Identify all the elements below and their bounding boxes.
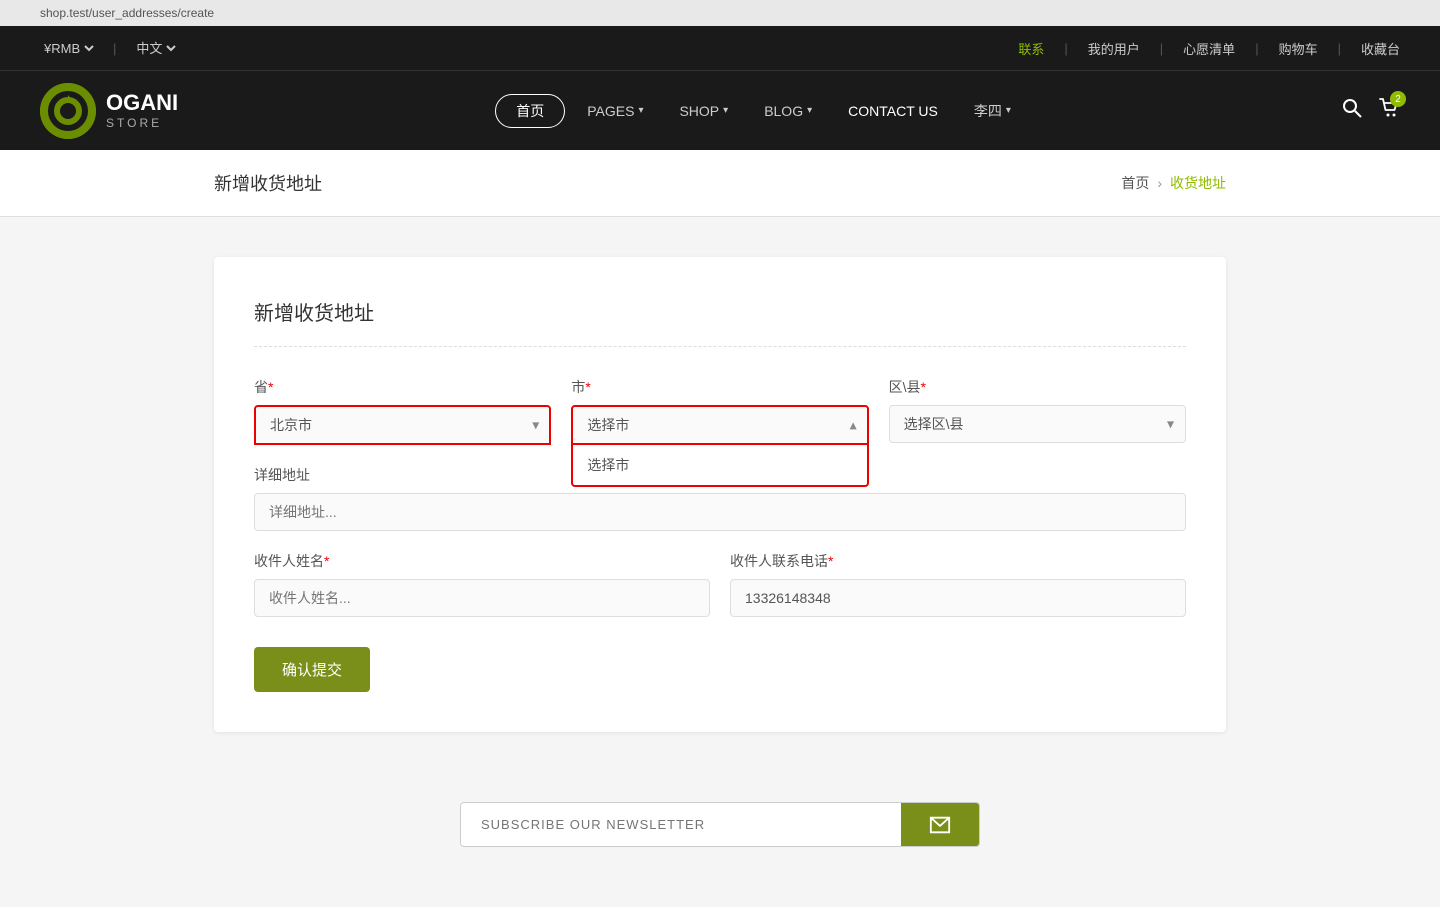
url-text: shop.test/user_addresses/create [40,6,214,20]
city-select[interactable]: 选择市 [571,405,868,445]
logo[interactable]: OGANI STORE [40,83,178,139]
breadcrumb-current: 收货地址 [1170,173,1226,193]
language-select[interactable]: 中文 [132,40,179,57]
city-group: 市* 选择市 选择市 [571,377,868,445]
breadcrumb-section: 新增收货地址 首页 › 收货地址 [0,150,1440,217]
province-select-wrapper: 北京市 [254,405,551,445]
form-title: 新增收货地址 [254,297,1186,326]
province-label: 省* [254,377,551,397]
newsletter-submit-button[interactable] [901,803,979,846]
logo-svg [40,83,96,139]
newsletter-input[interactable] [461,803,901,846]
city-label: 市* [571,377,868,397]
location-row: 省* 北京市 市* 选择市 [254,377,1186,445]
district-group: 区\县* 选择区\县 [889,377,1186,443]
recipient-name-label: 收件人姓名* [254,551,710,571]
nav-home-button[interactable]: 首页 [495,94,565,128]
email-icon [929,814,951,836]
city-dropdown: 选择市 [571,445,868,487]
newsletter-box [460,802,980,847]
recipient-name-group: 收件人姓名* [254,551,710,617]
header: OGANI STORE 首页 PAGES ▾ SHOP ▾ BLOG ▾ CON… [0,70,1440,150]
recipient-phone-input[interactable] [730,579,1186,617]
city-option-default[interactable]: 选择市 [573,445,866,485]
recipient-name-input[interactable] [254,579,710,617]
recipient-row: 收件人姓名* 收件人联系电话* [254,551,1186,617]
breadcrumb-sep: › [1157,175,1162,191]
sep1: | [113,41,116,56]
url-bar: shop.test/user_addresses/create [0,0,1440,26]
district-label: 区\县* [889,377,1186,397]
page-title: 新增收货地址 [214,170,322,196]
breadcrumb: 首页 › 收货地址 [1121,173,1226,193]
nav-pages[interactable]: PAGES ▾ [573,97,657,125]
city-select-wrapper: 选择市 选择市 [571,405,868,445]
cart-count: 2 [1390,91,1406,107]
detail-input[interactable] [254,493,1186,531]
top-bar-left: ¥RMB | 中文 [40,40,179,57]
top-favorites-link[interactable]: 收藏台 [1361,39,1400,58]
form-divider [254,346,1186,347]
nav-contact[interactable]: CONTACT US [834,97,952,125]
province-group: 省* 北京市 [254,377,551,445]
top-contact-link[interactable]: 联系 [1018,39,1044,58]
main-nav: 首页 PAGES ▾ SHOP ▾ BLOG ▾ CONTACT US 李四 ▾ [495,94,1025,128]
top-myuser-link[interactable]: 我的用户 [1088,39,1140,58]
logo-text-block: OGANI STORE [106,91,178,129]
logo-brand: OGANI [106,91,178,115]
nav-blog[interactable]: BLOG ▾ [750,97,826,125]
main-content: 新增收货地址 省* 北京市 市* [0,217,1440,772]
recipient-phone-group: 收件人联系电话* [730,551,1186,617]
search-button[interactable] [1342,98,1362,123]
province-select[interactable]: 北京市 [254,405,551,445]
submit-button[interactable]: 确认提交 [254,647,370,692]
newsletter-section [0,772,1440,907]
top-bar-right: 联系 | 我的用户 | 心愿清单 | 购物车 | 收藏台 [1018,39,1400,58]
cart-button[interactable]: 2 [1378,97,1400,124]
form-card: 新增收货地址 省* 北京市 市* [214,257,1226,732]
recipient-phone-label: 收件人联系电话* [730,551,1186,571]
nav-shop[interactable]: SHOP ▾ [665,97,742,125]
top-wishlist-link[interactable]: 心愿清单 [1183,39,1235,58]
top-cart-link[interactable]: 购物车 [1279,39,1318,58]
nav-user[interactable]: 李四 ▾ [960,95,1025,127]
header-right: 2 [1342,97,1400,124]
logo-sub: STORE [106,116,178,130]
breadcrumb-home[interactable]: 首页 [1121,173,1149,193]
top-bar: ¥RMB | 中文 联系 | 我的用户 | 心愿清单 | 购物车 | 收藏台 [0,26,1440,70]
logo-icon [40,83,96,139]
currency-select[interactable]: ¥RMB [40,40,97,57]
district-select-wrapper: 选择区\县 [889,405,1186,443]
district-select[interactable]: 选择区\县 [889,405,1186,443]
search-icon [1342,98,1362,118]
